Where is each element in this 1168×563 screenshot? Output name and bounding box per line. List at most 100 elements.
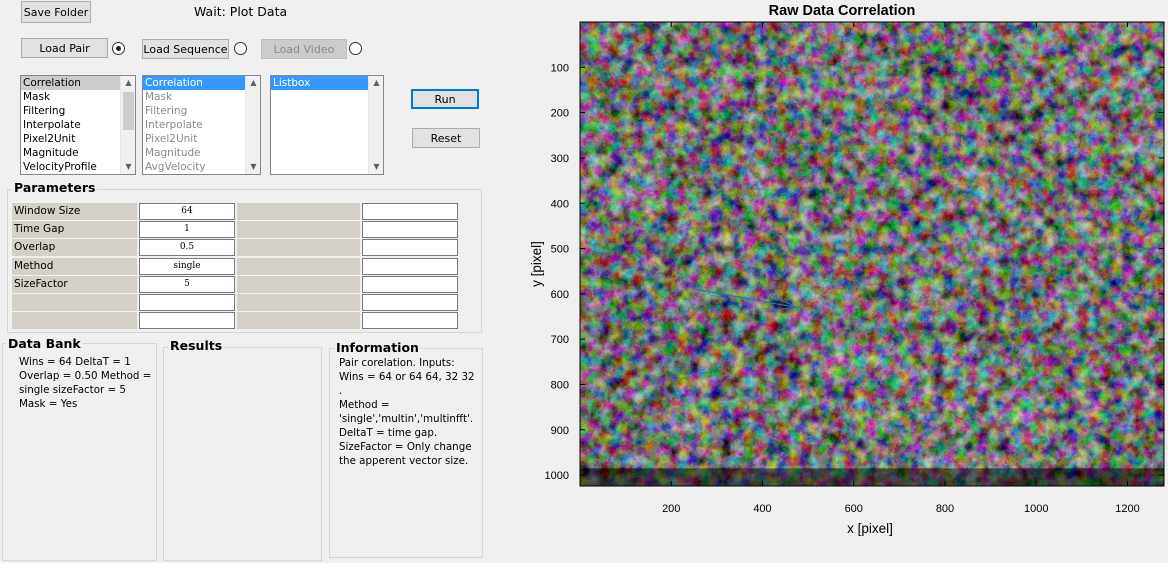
velocity-vector-head	[768, 294, 800, 311]
parameter-label: Time Gap	[12, 221, 137, 238]
pipeline-list-item[interactable]: Interpolate	[143, 118, 260, 132]
results-panel	[163, 347, 322, 561]
analysis-list-item[interactable]: Interpolate	[21, 118, 135, 132]
scroll-thumb[interactable]	[123, 92, 134, 130]
scroll-up-icon[interactable]: ▲	[369, 76, 383, 90]
data-bank-title: Data Bank	[6, 336, 83, 351]
results-title: Results	[168, 338, 225, 353]
run-button[interactable]: Run	[411, 89, 479, 109]
generic-list-item[interactable]: Listbox	[271, 76, 383, 90]
parameter-value-field[interactable]: 64	[139, 203, 235, 220]
load-sequence-button[interactable]: Load Sequence	[142, 39, 229, 59]
velocity-vector	[696, 288, 797, 309]
load-video-button[interactable]: Load Video	[261, 39, 347, 59]
plot-title: Raw Data Correlation	[769, 3, 916, 19]
pipeline-list-item[interactable]: Mask	[143, 90, 260, 104]
parameter-value-field[interactable]	[139, 294, 235, 311]
parameter-label-secondary	[237, 312, 360, 329]
analysis-list-item[interactable]: Magnitude	[21, 146, 135, 160]
parameter-label	[12, 312, 137, 329]
y-axis-label: y [pixel]	[529, 241, 544, 287]
x-axis-label: x [pixel]	[847, 521, 893, 536]
parameters-title: Parameters	[12, 180, 98, 195]
pipeline-list-item[interactable]: Correlation	[143, 76, 260, 90]
y-tick-label: 800	[551, 380, 569, 392]
parameter-label-secondary	[237, 221, 360, 238]
load-pair-button[interactable]: Load Pair	[21, 38, 108, 58]
parameter-value-field-secondary[interactable]	[362, 258, 458, 275]
data-bank-line: Mask = Yes	[19, 398, 78, 410]
scroll-up-icon[interactable]: ▲	[121, 76, 135, 90]
parameter-value-field-secondary[interactable]	[362, 239, 458, 256]
data-bank-line: Wins = 64 DeltaT = 1	[19, 356, 131, 368]
information-line: the apperent vector size.	[339, 455, 469, 467]
information-title: Information	[334, 340, 421, 355]
parameter-value-field[interactable]: single	[139, 258, 235, 275]
y-tick-label: 300	[551, 153, 569, 165]
status-text: Wait: Plot Data	[194, 4, 288, 19]
scroll-down-icon[interactable]: ▼	[246, 160, 260, 174]
parameter-value-field[interactable]: 5	[139, 276, 235, 293]
analysis-list-item[interactable]: VelocityProfile	[21, 160, 135, 174]
x-tick-label: 200	[662, 503, 680, 515]
y-tick-label: 200	[551, 108, 569, 120]
parameter-label: Window Size	[12, 203, 137, 220]
pipeline-listbox[interactable]: Correlation Mask Filtering Interpolate Pixel…	[142, 75, 261, 175]
x-tick-label: 1000	[1024, 503, 1048, 515]
parameter-value-field-secondary[interactable]	[362, 203, 458, 220]
pipeline-list-item[interactable]: Filtering	[143, 104, 260, 118]
pipeline-list-item[interactable]: Pixel2Unit	[143, 132, 260, 146]
parameter-label-secondary	[237, 239, 360, 256]
analysis-scrollbar[interactable]: ▲ ▼	[120, 76, 135, 174]
y-tick-label: 900	[551, 425, 569, 437]
particle-image	[580, 22, 1164, 486]
parameter-value-field[interactable]	[139, 312, 235, 329]
scroll-up-icon[interactable]: ▲	[246, 76, 260, 90]
data-bank-text: Wins = 64 DeltaT = 1 Overlap = 0.50 Meth…	[19, 355, 155, 411]
parameter-value-field[interactable]: 1	[139, 221, 235, 238]
generic-scrollbar[interactable]: ▲ ▼	[368, 76, 383, 174]
load-sequence-radio[interactable]	[234, 42, 247, 55]
data-bank-line: Overlap = 0.50 Method =	[19, 370, 152, 382]
parameter-value-field-secondary[interactable]	[362, 294, 458, 311]
information-line: Wins = 64 or 64 64, 32 32 .	[339, 371, 475, 397]
scroll-down-icon[interactable]: ▼	[121, 160, 135, 174]
information-line: 'single','multin','multinfft'.	[339, 413, 474, 425]
pipeline-list-item[interactable]: Magnitude	[143, 146, 260, 160]
pipeline-list-item[interactable]: AvgVelocity	[143, 160, 260, 174]
image-bottom-band	[580, 468, 1164, 486]
x-tick-label: 400	[753, 503, 771, 515]
plot-axes-box	[579, 21, 1165, 487]
scroll-down-icon[interactable]: ▼	[369, 160, 383, 174]
parameter-label: Overlap	[12, 239, 137, 256]
analysis-listbox[interactable]: Correlation Mask Filtering Interpolate Pixel…	[20, 75, 136, 175]
x-tick-label: 600	[845, 503, 863, 515]
parameter-value-field-secondary[interactable]	[362, 221, 458, 238]
parameter-label-secondary	[237, 294, 360, 311]
pipeline-scrollbar[interactable]: ▲ ▼	[245, 76, 260, 174]
analysis-list-item[interactable]: Filtering	[21, 104, 135, 118]
parameter-value-field-secondary[interactable]	[362, 276, 458, 293]
data-bank-line: single sizeFactor = 5	[19, 384, 126, 396]
parameter-label-secondary	[237, 203, 360, 220]
y-tick-label: 1000	[545, 470, 569, 482]
parameter-label: SizeFactor	[12, 276, 137, 293]
generic-listbox[interactable]: Listbox ▲ ▼	[270, 75, 384, 175]
x-tick-label: 1200	[1115, 503, 1139, 515]
analysis-list-item[interactable]: Mask	[21, 90, 135, 104]
analysis-list-item[interactable]: Correlation	[21, 76, 135, 90]
x-tick-label: 800	[936, 503, 954, 515]
load-video-radio[interactable]	[349, 42, 362, 55]
parameter-value-field-secondary[interactable]	[362, 312, 458, 329]
y-tick-label: 600	[551, 289, 569, 301]
reset-button[interactable]: Reset	[412, 128, 480, 148]
save-folder-button[interactable]: Save Folder	[21, 1, 91, 23]
information-text: Pair corelation. Inputs: Wins = 64 or 64…	[339, 356, 479, 468]
information-line: Method =	[339, 399, 390, 411]
y-tick-label: 700	[551, 334, 569, 346]
analysis-list-item[interactable]: Pixel2Unit	[21, 132, 135, 146]
parameter-value-field[interactable]: 0.5	[139, 239, 235, 256]
y-tick-label: 100	[551, 62, 569, 74]
load-pair-radio[interactable]	[112, 42, 125, 55]
information-line: Pair corelation. Inputs:	[339, 357, 455, 369]
